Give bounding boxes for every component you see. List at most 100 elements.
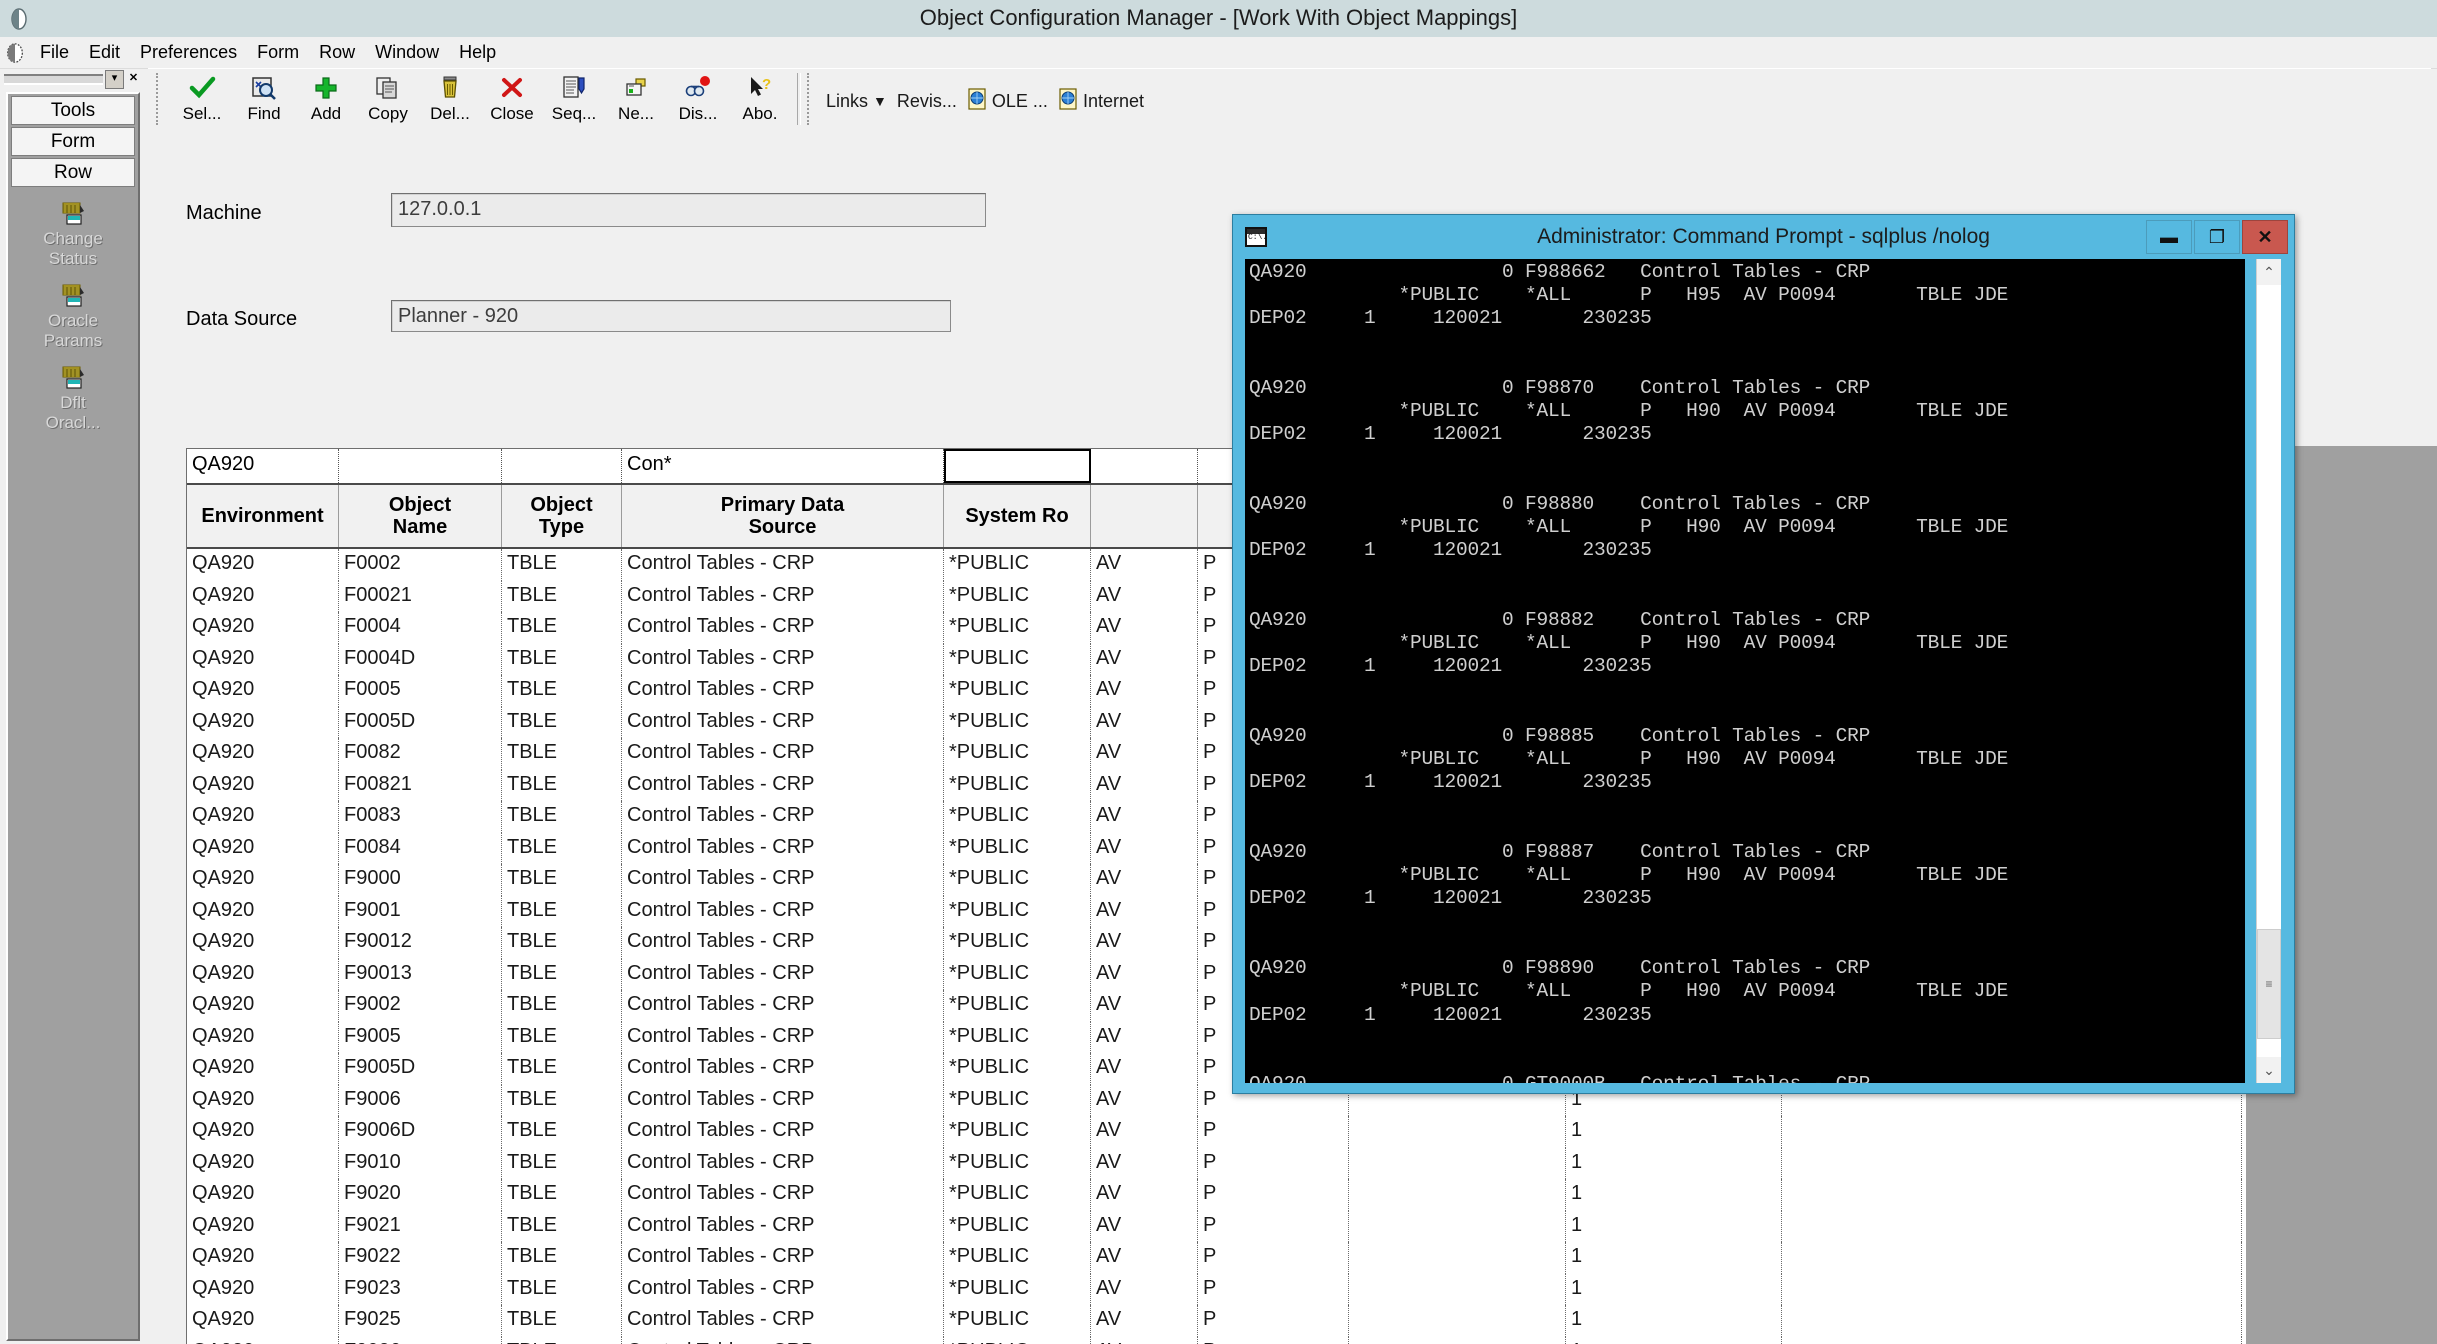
table-cell[interactable]: TBLE [502, 769, 622, 801]
grid-column-header[interactable]: Object Name [339, 485, 502, 547]
table-cell[interactable]: F0004D [339, 643, 502, 675]
table-cell[interactable]: F0083 [339, 801, 502, 833]
table-cell[interactable]: TBLE [502, 643, 622, 675]
table-cell[interactable]: P [1198, 1147, 1349, 1179]
table-cell[interactable]: F90012 [339, 927, 502, 959]
table-cell[interactable]: *PUBLIC [944, 769, 1091, 801]
grid-query-cell[interactable] [339, 449, 502, 483]
table-cell[interactable]: P [1198, 1273, 1349, 1305]
internet-link[interactable]: Internet [1058, 87, 1144, 115]
toolbar-delete-button[interactable]: Del... [419, 73, 481, 129]
toolbar-select-button[interactable]: Sel... [171, 73, 233, 129]
table-cell[interactable]: AV [1091, 549, 1198, 581]
table-cell[interactable]: *PUBLIC [944, 1147, 1091, 1179]
table-cell[interactable]: AV [1091, 958, 1198, 990]
toolbar-grip[interactable] [156, 73, 163, 125]
table-cell[interactable]: *PUBLIC [944, 1179, 1091, 1211]
table-cell[interactable]: *PUBLIC [944, 675, 1091, 707]
table-cell[interactable]: TBLE [502, 832, 622, 864]
toolbar-find-button[interactable]: Find [233, 73, 295, 129]
table-cell[interactable]: QA920 [187, 1242, 339, 1274]
table-cell[interactable]: QA920 [187, 706, 339, 738]
table-cell[interactable]: F9026 [339, 1336, 502, 1344]
table-cell[interactable]: TBLE [502, 1210, 622, 1242]
grid-query-cell[interactable] [944, 449, 1091, 483]
table-cell[interactable]: TBLE [502, 864, 622, 896]
table-cell[interactable] [1349, 1116, 1566, 1148]
table-cell[interactable]: AV [1091, 895, 1198, 927]
grid-column-header[interactable]: Object Type [502, 485, 622, 547]
table-cell[interactable]: QA920 [187, 895, 339, 927]
table-cell[interactable]: AV [1091, 1273, 1198, 1305]
table-cell[interactable]: TBLE [502, 990, 622, 1022]
table-cell[interactable]: QA920 [187, 1305, 339, 1337]
revisions-link[interactable]: Revis... [897, 91, 957, 112]
table-cell[interactable]: F9021 [339, 1210, 502, 1242]
grid-query-cell[interactable] [502, 449, 622, 483]
table-cell[interactable]: *PUBLIC [944, 1053, 1091, 1085]
table-cell[interactable]: *PUBLIC [944, 1305, 1091, 1337]
table-cell[interactable]: Control Tables - CRP [622, 1084, 944, 1116]
table-cell[interactable]: TBLE [502, 1053, 622, 1085]
sidebar-action-change-status[interactable]: Change Status [8, 201, 138, 269]
table-cell[interactable]: 1 [1566, 1210, 1782, 1242]
table-cell[interactable]: Control Tables - CRP [622, 927, 944, 959]
table-cell[interactable]: P [1198, 1210, 1349, 1242]
table-cell[interactable]: F00821 [339, 769, 502, 801]
table-cell[interactable]: Control Tables - CRP [622, 643, 944, 675]
table-cell[interactable]: QA920 [187, 1336, 339, 1344]
table-cell[interactable]: 1 [1566, 1273, 1782, 1305]
table-cell[interactable] [1782, 1273, 2242, 1305]
table-cell[interactable]: F9005D [339, 1053, 502, 1085]
table-cell[interactable]: AV [1091, 1336, 1198, 1344]
table-cell[interactable]: F9020 [339, 1179, 502, 1211]
table-cell[interactable]: AV [1091, 643, 1198, 675]
table-cell[interactable]: F00021 [339, 580, 502, 612]
table-cell[interactable]: AV [1091, 801, 1198, 833]
table-cell[interactable]: Control Tables - CRP [622, 1021, 944, 1053]
table-cell[interactable]: AV [1091, 612, 1198, 644]
table-cell[interactable]: *PUBLIC [944, 643, 1091, 675]
table-cell[interactable]: Control Tables - CRP [622, 895, 944, 927]
table-cell[interactable]: QA920 [187, 1084, 339, 1116]
table-cell[interactable]: *PUBLIC [944, 990, 1091, 1022]
table-cell[interactable]: *PUBLIC [944, 1336, 1091, 1344]
table-cell[interactable] [1782, 1116, 2242, 1148]
table-cell[interactable]: TBLE [502, 1021, 622, 1053]
table-cell[interactable]: F9022 [339, 1242, 502, 1274]
scrollbar-thumb[interactable]: ≡ [2257, 929, 2281, 1039]
table-cell[interactable]: TBLE [502, 1336, 622, 1344]
table-cell[interactable]: QA920 [187, 549, 339, 581]
table-cell[interactable]: Control Tables - CRP [622, 1242, 944, 1274]
table-cell[interactable]: TBLE [502, 927, 622, 959]
table-cell[interactable]: QA920 [187, 1273, 339, 1305]
table-cell[interactable]: Control Tables - CRP [622, 1336, 944, 1344]
links-dropdown[interactable]: Links ▼ [826, 91, 887, 112]
table-cell[interactable]: F0002 [339, 549, 502, 581]
toolbar-display-button[interactable]: Dis... [667, 73, 729, 129]
table-cell[interactable]: QA920 [187, 1053, 339, 1085]
maximize-icon[interactable]: ❐ [2194, 220, 2240, 254]
table-cell[interactable] [1782, 1336, 2242, 1344]
table-cell[interactable]: Control Tables - CRP [622, 1305, 944, 1337]
console-scrollbar[interactable]: ⌃ ≡ ⌄ [2256, 259, 2281, 1083]
table-cell[interactable]: F9025 [339, 1305, 502, 1337]
table-cell[interactable] [1782, 1305, 2242, 1337]
table-row[interactable]: QA920F9026TBLEControl Tables - CRP*PUBLI… [187, 1336, 2247, 1344]
table-cell[interactable]: Control Tables - CRP [622, 580, 944, 612]
table-cell[interactable]: TBLE [502, 1179, 622, 1211]
grid-column-header[interactable]: Primary Data Source [622, 485, 944, 547]
menu-item-row[interactable]: Row [309, 40, 365, 65]
table-cell[interactable]: *PUBLIC [944, 958, 1091, 990]
table-cell[interactable]: QA920 [187, 612, 339, 644]
table-cell[interactable]: QA920 [187, 958, 339, 990]
table-cell[interactable]: TBLE [502, 1147, 622, 1179]
table-cell[interactable]: QA920 [187, 801, 339, 833]
table-cell[interactable]: F9010 [339, 1147, 502, 1179]
console-output-area[interactable]: QA920 0 F988662 Control Tables - CRP *PU… [1245, 259, 2245, 1083]
table-cell[interactable]: F9006D [339, 1116, 502, 1148]
table-cell[interactable]: TBLE [502, 1084, 622, 1116]
grid-query-cell[interactable]: Con* [622, 449, 944, 483]
table-cell[interactable]: Control Tables - CRP [622, 1210, 944, 1242]
table-cell[interactable] [1349, 1147, 1566, 1179]
